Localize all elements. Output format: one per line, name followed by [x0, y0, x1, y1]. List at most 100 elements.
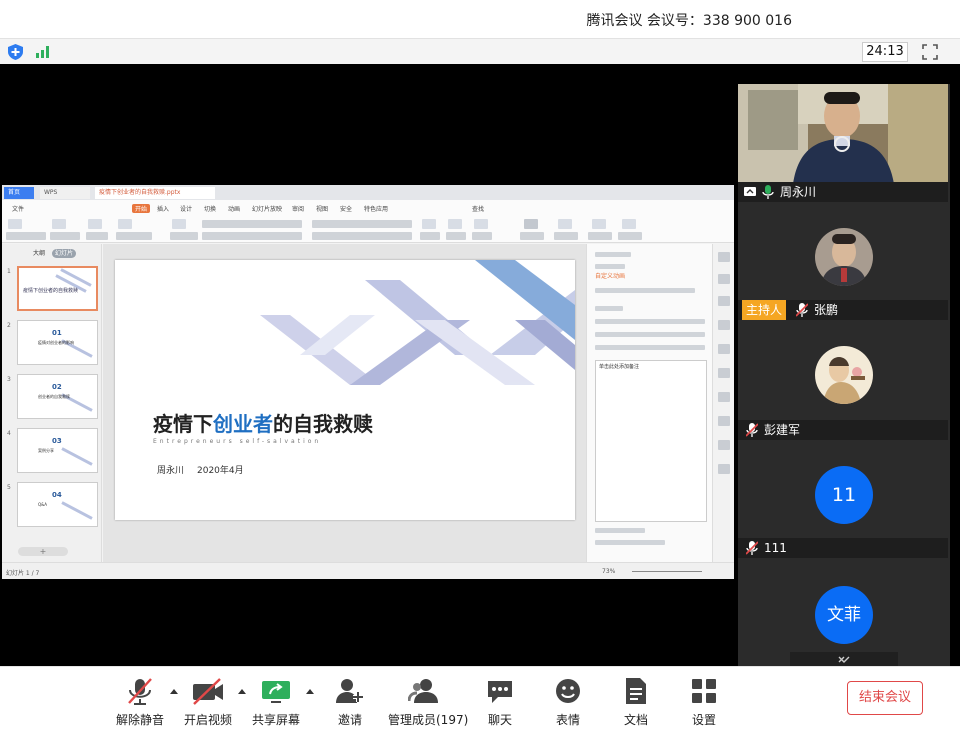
ppt-slide-sidebar: 大纲 幻灯片 1 疫情下创业者的自我救赎 2 01 疫情对创业者的影响 3 02… [2, 244, 102, 562]
meeting-title: 腾讯会议 会议号：338 900 016 [586, 13, 792, 29]
settings-icon [692, 679, 716, 703]
thumb-section-number: 02 [52, 383, 62, 391]
invite-label: 邀请 [337, 713, 362, 727]
thumb-title: 疫情对创业者的影响 [38, 340, 74, 345]
avatar-initials: 11 [815, 466, 873, 524]
settings-button[interactable]: 设置 [684, 677, 724, 728]
ppt-tab-bar: 首页 WPS 疫情下创业者的自我救赎.pptx [2, 185, 734, 200]
thumb-number: 5 [7, 484, 11, 491]
members-icon [408, 679, 438, 703]
participant-tile[interactable]: 周永川 [738, 84, 950, 204]
shared-screen-view[interactable]: 首页 WPS 疫情下创业者的自我救赎.pptx 文件 开始 插入 设计 切换 动… [2, 185, 734, 579]
slide-thumbnail: 03 案例分享 [17, 428, 98, 473]
slide-decoration [260, 260, 575, 385]
ppt-menu-item: 插入 [157, 206, 170, 213]
ppt-menu-item: 设计 [180, 206, 193, 213]
ppt-ribbon [2, 216, 734, 243]
mic-muted-icon [128, 678, 152, 705]
share-screen-icon [262, 681, 290, 703]
invite-button[interactable]: 邀请 [330, 677, 370, 728]
screen-share-indicator-icon [744, 187, 756, 196]
avatar-initials: 文菲 [815, 586, 873, 644]
participant-tile[interactable]: 文菲 [738, 564, 950, 666]
slide-editing-area: 疫情下创业者的自我救赎 Entrepreneurs self-salvation… [103, 244, 586, 562]
reaction-label: 表情 [555, 713, 580, 727]
ppt-menu-item: 文件 [12, 206, 25, 213]
thumb-number: 4 [7, 430, 11, 437]
ppt-status-bar: 幻灯片 1 / 7 73% [2, 562, 734, 579]
manage-members-button[interactable]: 管理成员(197) [388, 677, 469, 728]
thumb-title: 案例分享 [38, 448, 54, 453]
collapse-list-handle[interactable] [790, 652, 898, 666]
document-button[interactable]: 文档 [616, 677, 656, 728]
unmute-button[interactable]: 解除静音 [116, 677, 164, 728]
sidebar-tab-outline: 大纲 [33, 250, 46, 257]
host-badge: 主持人 [742, 300, 786, 320]
participant-list: 周永川 主持人 张鹏 彭建军 11 111 文菲 [738, 84, 950, 666]
slide-subtitle: Entrepreneurs self-salvation [153, 438, 322, 445]
mic-muted-icon [796, 303, 808, 317]
ppt-menu-item: 动画 [228, 206, 241, 213]
participant-name: 111 [764, 541, 787, 555]
meeting-info-strip: 24:13 [0, 38, 960, 64]
participant-tile[interactable]: 11 111 [738, 444, 950, 564]
ppt-menu-item: 开始 [132, 204, 151, 213]
avatar [815, 228, 873, 286]
chat-button[interactable]: 聊天 [480, 677, 520, 728]
chat-label: 聊天 [487, 713, 512, 727]
slide-author: 周永川 [157, 466, 185, 476]
participant-video [738, 84, 948, 184]
ppt-menu-bar: 文件 开始 插入 设计 切换 动画 幻灯片放映 审阅 视图 安全 特色应用 查找 [2, 200, 734, 216]
share-screen-button[interactable]: 共享屏幕 [252, 677, 300, 728]
add-slide-button: + [18, 547, 68, 556]
invite-icon [336, 679, 363, 703]
end-meeting-button[interactable]: 结束会议 [847, 681, 923, 715]
document-icon [626, 678, 646, 704]
shield-icon[interactable] [8, 44, 23, 60]
video-options-caret[interactable] [238, 689, 246, 694]
reaction-button[interactable]: 表情 [548, 677, 588, 728]
slide-title: 疫情下创业者的自我救赎 [153, 412, 373, 436]
ppt-tab-wps: WPS [40, 187, 90, 199]
chat-icon [488, 681, 512, 703]
manage-members-label: 管理成员(197) [388, 713, 469, 727]
thumb-title: 创业者的自我救赎 [38, 394, 70, 399]
participant-name: 彭建军 [764, 423, 801, 437]
thumb-section-number: 04 [52, 491, 62, 499]
participant-name-bar: 周永川 [738, 182, 948, 202]
emoji-icon [556, 679, 580, 703]
ppt-menu-item: 幻灯片放映 [252, 206, 283, 213]
zoom-level: 73% [602, 568, 616, 575]
audio-options-caret[interactable] [170, 689, 178, 694]
settings-label: 设置 [691, 713, 716, 727]
ppt-menu-item: 切换 [204, 206, 217, 213]
notes-box: 单击此处添加备注 [595, 360, 707, 522]
signal-icon[interactable] [36, 44, 52, 58]
thumb-title: 疫情下创业者的自我救赎 [23, 288, 79, 294]
current-slide: 疫情下创业者的自我救赎 Entrepreneurs self-salvation… [115, 260, 575, 520]
share-options-caret[interactable] [306, 689, 314, 694]
sidebar-tab-slides: 幻灯片 [52, 249, 77, 258]
pane-heading: 自定义动画 [595, 273, 626, 280]
ppt-menu-item: 审阅 [292, 206, 305, 213]
fullscreen-icon[interactable] [922, 44, 938, 60]
participant-name: 周永川 [780, 185, 817, 199]
start-video-button[interactable]: 开启视频 [184, 677, 232, 728]
slide-date: 2020年4月 [197, 466, 244, 476]
mic-muted-icon [746, 541, 758, 555]
ppt-icon-bar [712, 244, 734, 562]
window-title-bar: 腾讯会议 会议号：338 900 016 [0, 0, 960, 38]
participant-tile[interactable]: 主持人 张鹏 [738, 204, 950, 324]
participant-name-bar: 111 [738, 538, 948, 558]
ppt-menu-item: 视图 [316, 206, 329, 213]
meeting-timer: 24:13 [862, 42, 908, 62]
participant-tile[interactable]: 彭建军 [738, 324, 950, 444]
thumb-section-number: 01 [52, 329, 62, 337]
thumb-title: Q&A [38, 502, 48, 507]
ppt-tab-home: 首页 [4, 187, 34, 199]
mic-muted-icon [746, 423, 758, 437]
slide-counter: 幻灯片 1 / 7 [6, 570, 40, 577]
avatar [815, 346, 873, 404]
participant-name-bar: 主持人 张鹏 [738, 300, 948, 320]
ppt-tab-document: 疫情下创业者的自我救赎.pptx [95, 187, 215, 199]
